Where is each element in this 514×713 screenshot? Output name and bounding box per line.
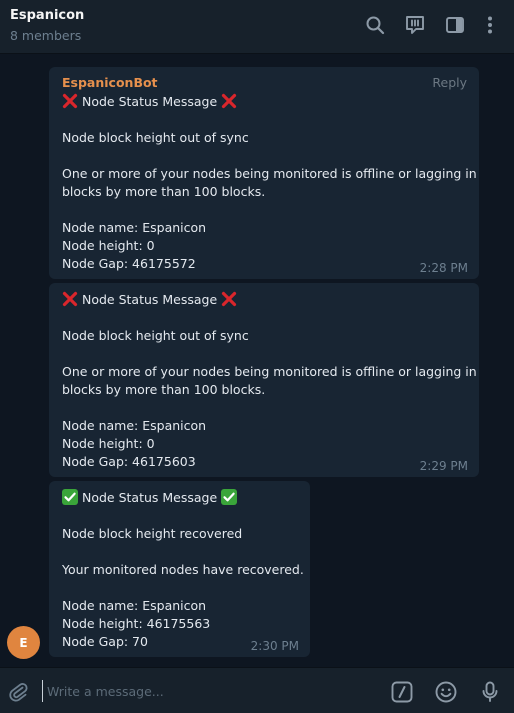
message-title: Node Status Message [62, 93, 467, 111]
message-line [62, 345, 467, 363]
message-line [62, 399, 467, 417]
message-line: Node height: 0 [62, 436, 155, 451]
reply-button[interactable]: Reply [432, 75, 467, 90]
message-line: Node name: Espanicon [62, 418, 207, 433]
message-time: 2:29 PM [419, 459, 468, 473]
message-bubble[interactable]: Node Status Message Node block height ou… [49, 283, 479, 477]
message-line [62, 579, 298, 597]
cross-mark-icon [62, 291, 78, 307]
message-title-text: Node Status Message [81, 490, 218, 505]
message-line: One or more of your nodes being monitore… [62, 364, 477, 379]
more-vertical-icon[interactable] [479, 14, 501, 36]
cross-mark-icon [221, 291, 237, 307]
message-title: Node Status Message [62, 489, 298, 507]
bot-command-icon[interactable] [390, 680, 414, 704]
attach-icon[interactable] [7, 680, 29, 702]
avatar[interactable]: E [7, 626, 40, 659]
message-line: Node height: 46175563 [62, 616, 211, 631]
message-line [62, 309, 467, 327]
message-time: 2:28 PM [419, 261, 468, 275]
message-input[interactable] [42, 680, 362, 702]
cross-mark-icon [221, 93, 237, 109]
video-chat-icon[interactable] [404, 14, 426, 36]
message-line [62, 111, 467, 129]
search-icon[interactable] [364, 14, 386, 36]
message-line [62, 147, 467, 165]
member-count[interactable]: 8 members [10, 28, 81, 43]
sidebar-toggle-icon[interactable] [444, 14, 466, 36]
message-composer [0, 667, 514, 713]
microphone-icon[interactable] [478, 680, 502, 704]
message-line [62, 201, 467, 219]
message-line: Node block height out of sync [62, 130, 249, 145]
message-time: 2:30 PM [250, 639, 299, 653]
message-line: blocks by more than 100 blocks. [62, 184, 266, 199]
message-title: Node Status Message [62, 291, 467, 309]
chat-header: Espanicon 8 members [0, 0, 514, 54]
message-list[interactable]: EspaniconBot Reply Node Status Message N… [0, 55, 514, 666]
message-line: Node Gap: 46175603 [62, 454, 196, 469]
message-line: One or more of your nodes being monitore… [62, 166, 477, 181]
cross-mark-icon [62, 93, 78, 109]
message-line: blocks by more than 100 blocks. [62, 382, 266, 397]
message-line: Node name: Espanicon [62, 220, 207, 235]
message-title-text: Node Status Message [81, 94, 218, 109]
message-line: Node height: 0 [62, 238, 155, 253]
message-line [62, 507, 298, 525]
message-line [62, 543, 298, 561]
check-mark-icon [62, 489, 78, 505]
message-title-text: Node Status Message [81, 292, 218, 307]
message-line: Node block height out of sync [62, 328, 249, 343]
message-line: Node Gap: 46175572 [62, 256, 196, 271]
check-mark-icon [221, 489, 238, 505]
message-line: Node block height recovered [62, 526, 243, 541]
message-line: Node name: Espanicon [62, 598, 207, 613]
chat-title[interactable]: Espanicon [10, 8, 84, 23]
message-bubble[interactable]: EspaniconBot Reply Node Status Message N… [49, 67, 479, 279]
message-bubble[interactable]: Node Status Message Node block height re… [49, 481, 310, 657]
emoji-icon[interactable] [434, 680, 458, 704]
message-line: Your monitored nodes have recovered. [62, 562, 304, 577]
sender-name[interactable]: EspaniconBot [62, 75, 467, 91]
